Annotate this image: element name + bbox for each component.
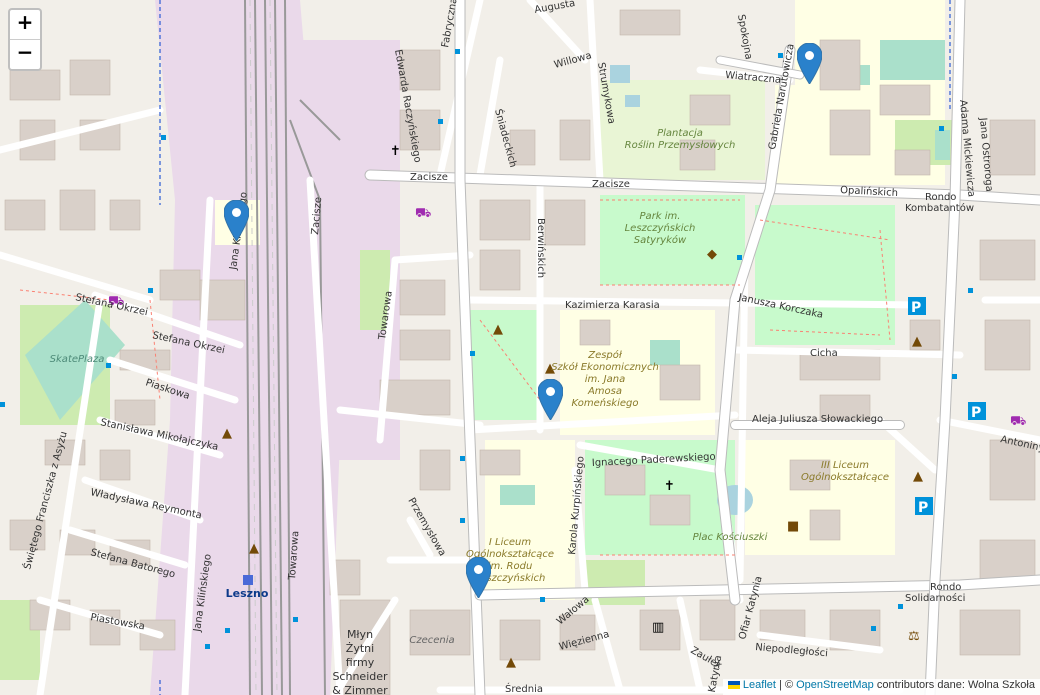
svg-text:▲: ▲ — [249, 541, 259, 556]
svg-text:Leszno: Leszno — [226, 587, 269, 600]
svg-text:Satyryków: Satyryków — [634, 234, 687, 246]
svg-text:Ogólnokształcące: Ogólnokształcące — [801, 471, 889, 483]
svg-text:Leszczyńskich: Leszczyńskich — [625, 222, 696, 234]
attribution-text: contributors dane: Wolna Szkoła — [876, 679, 1035, 691]
attribution-bar: Leaflet | © OpenStreetMap contributors d… — [722, 679, 1040, 695]
svg-text:▲: ▲ — [506, 655, 516, 670]
svg-text:Czecenia: Czecenia — [409, 635, 454, 646]
zoom-in-button[interactable]: + — [10, 10, 40, 39]
svg-text:& Zimmer: & Zimmer — [332, 684, 388, 695]
svg-text:Cicha: Cicha — [810, 348, 838, 359]
svg-text:Zacisze: Zacisze — [592, 179, 630, 190]
svg-text:Szkół Ekonomicznych: Szkół Ekonomicznych — [551, 361, 659, 373]
svg-text:Plantacja: Plantacja — [657, 128, 703, 139]
svg-text:▥: ▥ — [652, 620, 664, 635]
svg-text:✝: ✝ — [390, 144, 401, 159]
svg-text:Zacisze: Zacisze — [410, 172, 448, 183]
svg-text:P: P — [918, 500, 928, 516]
svg-text:I Liceum: I Liceum — [489, 537, 531, 548]
map-marker-1[interactable] — [224, 200, 249, 241]
map-marker-2[interactable] — [797, 43, 822, 84]
svg-text:SkatePlaza: SkatePlaza — [50, 354, 105, 365]
map-tiles[interactable]: ✝ ✝ ▲ ▲ ▲ ▲ ▲ ▲ ■ ◆ ▲ ▥ ⚖ ⛟ ⛟ ⛟ P P P Au… — [0, 0, 1040, 695]
svg-text:Rondo: Rondo — [930, 582, 961, 593]
map-marker-4[interactable] — [466, 557, 491, 598]
attribution-separator: | — [779, 679, 782, 691]
map-canvas[interactable]: ✝ ✝ ▲ ▲ ▲ ▲ ▲ ▲ ■ ◆ ▲ ▥ ⚖ ⛟ ⛟ ⛟ P P P Au… — [0, 0, 1040, 695]
svg-text:✝: ✝ — [664, 479, 675, 494]
svg-text:⛟: ⛟ — [415, 206, 431, 221]
svg-text:Aleja Juliusza Słowackiego: Aleja Juliusza Słowackiego — [752, 414, 883, 425]
svg-text:P: P — [911, 300, 921, 316]
svg-text:im. Jana: im. Jana — [585, 374, 625, 385]
ukraine-flag-icon — [727, 681, 740, 690]
copyright-symbol: © — [784, 679, 794, 691]
svg-text:P: P — [971, 405, 981, 421]
svg-text:Park im.: Park im. — [640, 211, 681, 222]
openstreetmap-link[interactable]: OpenStreetMap — [796, 679, 874, 691]
svg-text:Komeńskiego: Komeńskiego — [572, 397, 639, 409]
svg-text:Plac Kościuszki: Plac Kościuszki — [693, 531, 768, 543]
svg-text:▲: ▲ — [222, 426, 232, 441]
svg-text:Berwińskich: Berwińskich — [535, 218, 547, 278]
svg-text:Kazimierza Karasia: Kazimierza Karasia — [565, 300, 660, 311]
svg-text:Młyn: Młyn — [347, 628, 373, 641]
svg-text:▲: ▲ — [493, 322, 503, 337]
svg-text:Roślin Przemysłowych: Roślin Przemysłowych — [625, 139, 736, 151]
svg-text:Kombatantów: Kombatantów — [905, 202, 974, 214]
zoom-out-button[interactable]: − — [10, 39, 40, 69]
leaflet-link[interactable]: Leaflet — [743, 679, 776, 691]
svg-text:▲: ▲ — [912, 334, 922, 349]
svg-text:⛟: ⛟ — [1010, 414, 1026, 429]
svg-text:Amosa: Amosa — [587, 386, 622, 397]
svg-text:III Liceum: III Liceum — [821, 460, 869, 471]
zoom-control: + − — [8, 8, 42, 71]
svg-text:Żytni: Żytni — [346, 642, 374, 655]
svg-text:im. Rodu: im. Rodu — [488, 561, 533, 572]
svg-text:⚖: ⚖ — [908, 629, 920, 644]
svg-text:Solidarności: Solidarności — [905, 592, 965, 604]
svg-text:firmy: firmy — [346, 656, 375, 669]
svg-text:◆: ◆ — [707, 247, 717, 262]
map-marker-3[interactable] — [538, 379, 563, 420]
svg-text:▲: ▲ — [913, 469, 923, 484]
svg-text:Zespół: Zespół — [587, 349, 623, 361]
svg-text:Średnia: Średnia — [505, 682, 543, 695]
svg-text:Schneider: Schneider — [332, 670, 388, 683]
svg-text:Rondo: Rondo — [925, 192, 956, 203]
svg-text:■: ■ — [787, 519, 799, 534]
